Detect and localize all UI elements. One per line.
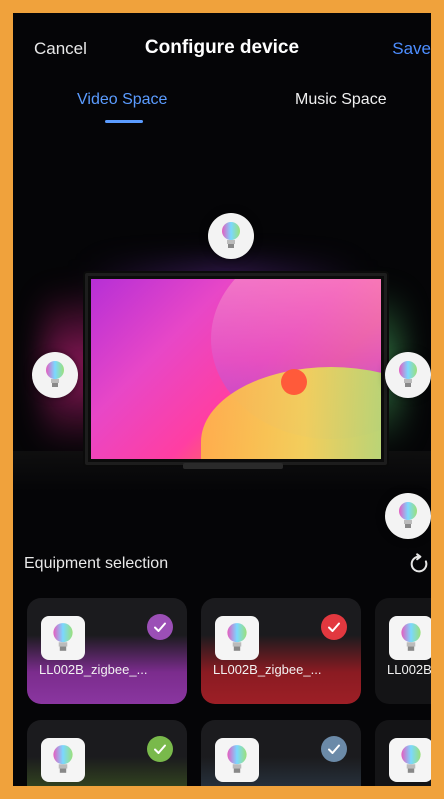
device-thumbnail (389, 616, 431, 660)
checkmark-icon[interactable] (147, 614, 173, 640)
bulb-icon (46, 361, 64, 387)
bulb-icon (53, 745, 73, 773)
tab-video-space[interactable]: Video Space (77, 91, 167, 109)
device-thumbnail (41, 738, 85, 782)
refresh-icon[interactable] (408, 553, 430, 575)
space-tabs: Video Space Music Space (13, 91, 431, 131)
checkmark-icon[interactable] (321, 736, 347, 762)
light-position-left[interactable] (32, 352, 78, 398)
bulb-icon (401, 745, 421, 773)
app-frame: Cancel Configure device Save Video Space… (13, 13, 431, 786)
equipment-selection-label: Equipment selection (24, 555, 169, 572)
device-name: LL002B_ (387, 662, 431, 677)
device-thumbnail (215, 738, 259, 782)
bulb-icon (399, 502, 417, 528)
active-tab-indicator (105, 120, 143, 123)
bulb-icon (401, 623, 421, 651)
save-button[interactable]: Save (392, 39, 431, 59)
light-position-right[interactable] (385, 352, 431, 398)
device-name: LL002B_zigbee_... (39, 662, 148, 677)
tv-screen (91, 279, 381, 459)
checkmark-icon[interactable] (147, 736, 173, 762)
device-card[interactable] (375, 720, 431, 786)
device-card[interactable]: LL002B_zigbee_... (27, 598, 187, 704)
device-card[interactable]: LL002B_ (375, 598, 431, 704)
device-card[interactable]: LL002B_zigbee_... (201, 598, 361, 704)
tv-illustration (85, 273, 387, 465)
screen-orb (281, 369, 307, 395)
page-title: Configure device (144, 37, 300, 58)
tv-stand (183, 463, 283, 469)
bulb-icon (399, 361, 417, 387)
bulb-icon (227, 623, 247, 651)
checkmark-icon[interactable] (321, 614, 347, 640)
bulb-icon (53, 623, 73, 651)
device-card[interactable] (201, 720, 361, 786)
light-position-bottom-right[interactable] (385, 493, 431, 539)
top-bar: Cancel Configure device Save (13, 13, 431, 83)
device-thumbnail (389, 738, 431, 782)
bulb-icon (222, 222, 240, 248)
device-thumbnail (215, 616, 259, 660)
device-card[interactable] (27, 720, 187, 786)
bulb-icon (227, 745, 247, 773)
device-thumbnail (41, 616, 85, 660)
light-position-top[interactable] (208, 213, 254, 259)
device-name: LL002B_zigbee_... (213, 662, 322, 677)
tab-music-space[interactable]: Music Space (295, 91, 387, 109)
